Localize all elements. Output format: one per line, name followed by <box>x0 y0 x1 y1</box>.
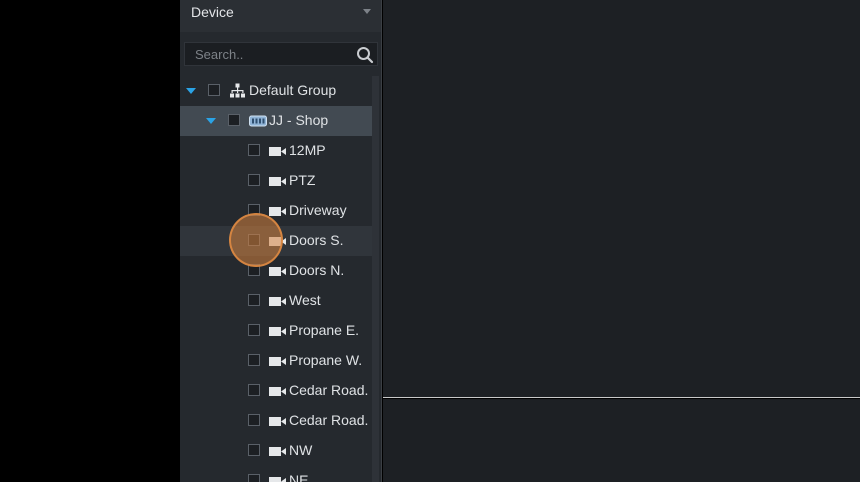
camera-checkbox[interactable] <box>248 354 260 366</box>
camera-icon <box>269 177 286 186</box>
device-panel-title: Device <box>191 4 234 20</box>
camera-icon <box>269 387 286 396</box>
camera-label: Driveway <box>289 202 347 218</box>
camera-label: Propane E. <box>289 322 360 338</box>
tree-node-jj-shop[interactable]: JJ - Shop <box>180 106 372 136</box>
camera-icon <box>269 417 286 426</box>
camera-icon <box>269 477 286 482</box>
tree-node-camera[interactable]: Doors S. <box>180 226 372 256</box>
camera-label: Cedar Road. <box>289 382 369 398</box>
camera-label: NW <box>289 442 313 458</box>
tree-node-camera[interactable]: 12MP <box>180 136 372 166</box>
camera-icon <box>269 147 286 156</box>
camera-icon <box>269 357 286 366</box>
lower-area <box>383 399 860 482</box>
tree-scrollbar[interactable] <box>372 76 379 482</box>
search-input[interactable] <box>195 45 345 63</box>
search-icon[interactable] <box>356 46 374 64</box>
tree-node-camera[interactable]: Driveway <box>180 196 372 226</box>
camera-checkbox[interactable] <box>248 414 260 426</box>
tree-node-camera[interactable]: NW <box>180 436 372 466</box>
search-box <box>184 42 378 66</box>
camera-checkbox[interactable] <box>248 234 260 246</box>
video-viewport[interactable] <box>383 0 860 398</box>
tree-node-camera[interactable]: PTZ <box>180 166 372 196</box>
group-checkbox[interactable] <box>208 84 220 96</box>
device-panel: Device Default Group <box>180 0 382 482</box>
group-hierarchy-icon <box>230 83 245 98</box>
camera-checkbox[interactable] <box>248 384 260 396</box>
camera-icon <box>269 267 286 276</box>
tree-node-camera[interactable]: Cedar Road. <box>180 376 372 406</box>
nvr-device-icon <box>249 115 267 127</box>
camera-checkbox[interactable] <box>248 264 260 276</box>
site-checkbox[interactable] <box>228 114 240 126</box>
device-panel-header[interactable]: Device <box>180 0 381 32</box>
tree-node-camera[interactable]: NE <box>180 466 372 482</box>
tree-node-camera[interactable]: Propane E. <box>180 316 372 346</box>
camera-label: 12MP <box>289 142 326 158</box>
camera-icon <box>269 447 286 456</box>
tree-node-camera[interactable]: Doors N. <box>180 256 372 286</box>
tree-node-camera[interactable]: Propane W. <box>180 346 372 376</box>
camera-icon <box>269 207 286 216</box>
tree-node-camera[interactable]: Cedar Road. <box>180 406 372 436</box>
expand-arrow-icon[interactable] <box>186 88 196 94</box>
collapse-caret-icon[interactable] <box>363 9 371 14</box>
camera-checkbox[interactable] <box>248 474 260 482</box>
camera-icon <box>269 327 286 336</box>
tree-node-default-group[interactable]: Default Group <box>180 76 372 106</box>
camera-label: NE <box>289 472 309 482</box>
camera-icon <box>269 297 286 306</box>
camera-label: West <box>289 292 321 308</box>
camera-label: Doors N. <box>289 262 345 278</box>
camera-checkbox[interactable] <box>248 144 260 156</box>
left-black-margin <box>0 0 180 482</box>
tree-node-camera[interactable]: West <box>180 286 372 316</box>
expand-arrow-icon[interactable] <box>206 118 216 124</box>
camera-checkbox[interactable] <box>248 204 260 216</box>
camera-icon <box>269 237 286 246</box>
site-label: JJ - Shop <box>269 112 329 128</box>
camera-label: PTZ <box>289 172 316 188</box>
camera-checkbox[interactable] <box>248 444 260 456</box>
camera-checkbox[interactable] <box>248 294 260 306</box>
camera-label: Propane W. <box>289 352 363 368</box>
camera-checkbox[interactable] <box>248 324 260 336</box>
camera-label: Doors S. <box>289 232 344 248</box>
group-label: Default Group <box>249 82 337 98</box>
device-tree: Default Group JJ - Shop 12MP PTZ Drivewa… <box>180 76 372 482</box>
camera-checkbox[interactable] <box>248 174 260 186</box>
camera-label: Cedar Road. <box>289 412 369 428</box>
